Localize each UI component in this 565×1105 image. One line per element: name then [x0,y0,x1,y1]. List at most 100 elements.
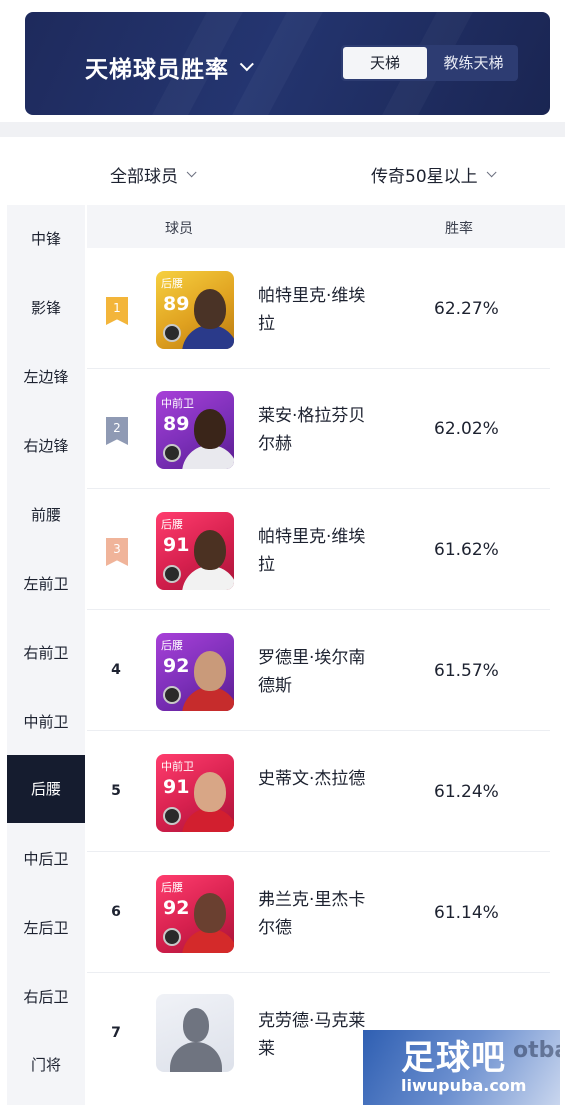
card-emblem-icon [163,565,181,583]
sidebar-item-lmf[interactable]: 左前卫 [7,550,85,618]
player-name[interactable]: 莱安·格拉芬贝 尔赫 [258,402,393,458]
card-emblem-icon [163,807,181,825]
rank-number: 5 [111,783,121,799]
player-name-line: 尔德 [258,918,292,938]
player-card[interactable]: 后腰 92 [156,875,234,953]
player-portrait-head [194,530,226,570]
player-name[interactable]: 罗德里·埃尔南 德斯 [258,644,393,700]
chevron-down-icon [186,167,197,178]
win-rate: 61.62% [434,540,499,560]
ranking-type-dropdown[interactable]: 天梯球员胜率 [85,50,254,84]
sidebar-item-cf[interactable]: 中锋 [7,205,85,273]
rank-number: 2 [113,421,121,435]
table-row[interactable]: 1 后腰 89 帕特里克·维埃 拉 62.27% [87,249,550,369]
card-rating: 91 [163,534,190,556]
win-rate: 61.24% [434,782,499,802]
sidebar-item-cb[interactable]: 中后卫 [7,825,85,893]
page-title: 天梯球员胜率 [85,57,229,83]
sidebar-item-rmf[interactable]: 右前卫 [7,619,85,687]
player-card-placeholder[interactable] [156,994,234,1072]
player-name-line: 帕特里克·维埃 [258,527,366,547]
card-position: 后腰 [161,881,183,894]
card-rating: 92 [163,655,190,677]
table-row[interactable]: 2 中前卫 89 莱安·格拉芬贝 尔赫 62.02% [87,369,550,489]
tier-filter-dropdown[interactable]: 传奇50星以上 [371,162,497,187]
sidebar-item-amf[interactable]: 前腰 [7,481,85,549]
column-header-player: 球员 [165,221,193,237]
site-watermark-logo: otba 足球吧 liwupuba.com [363,1030,560,1105]
card-position: 后腰 [161,277,183,290]
win-rate: 62.02% [434,419,499,439]
column-header-win-rate: 胜率 [445,221,473,237]
tab-ladder[interactable]: 天梯 [343,47,427,79]
chevron-down-icon [486,167,497,178]
player-name-line: 帕特里克·维埃 [258,286,366,306]
player-portrait-head [194,409,226,449]
player-card[interactable]: 后腰 92 [156,633,234,711]
section-divider [0,122,565,137]
player-portrait-head [194,651,226,691]
player-name[interactable]: 帕特里克·维埃 拉 [258,523,393,579]
mode-toggle: 天梯 教练天梯 [341,45,518,81]
card-emblem-icon [163,686,181,704]
rank-number: 1 [113,301,121,315]
table-header: 球员 胜率 [87,205,565,248]
sidebar-item-ss[interactable]: 影锋 [7,274,85,342]
card-rating: 91 [163,776,190,798]
rank-number: 7 [111,1025,121,1041]
card-emblem-icon [163,928,181,946]
sidebar-item-cmf[interactable]: 中前卫 [7,688,85,756]
player-portrait-head [194,893,226,933]
player-name-line: 弗兰克·里杰卡 [258,890,366,910]
table-row[interactable]: 6 后腰 92 弗兰克·里杰卡 尔德 61.14% [87,853,550,973]
tier-filter-label: 传奇50星以上 [371,167,478,187]
card-rating: 92 [163,897,190,919]
card-position: 后腰 [161,518,183,531]
player-name-line: 德斯 [258,676,292,696]
sidebar-item-gk[interactable]: 门将 [7,1031,85,1099]
player-name-line: 罗德里·埃尔南 [258,648,366,668]
watermark-url: liwupuba.com [401,1076,527,1095]
sidebar-item-rb[interactable]: 右后卫 [7,963,85,1031]
card-rating: 89 [163,293,190,315]
position-sidebar: 中锋 影锋 左边锋 右边锋 前腰 左前卫 右前卫 中前卫 后腰 中后卫 左后卫 … [7,205,85,1105]
watermark-bg-text: otba [513,1038,560,1063]
player-name-line: 尔赫 [258,434,292,454]
player-name[interactable]: 弗兰克·里杰卡 尔德 [258,886,393,942]
player-name-line: 拉 [258,314,275,334]
player-name-line: 史蒂文·杰拉德 [258,769,366,789]
player-name-line: 拉 [258,555,275,575]
table-row[interactable]: 5 中前卫 91 史蒂文·杰拉德 61.24% [87,732,550,852]
player-name[interactable]: 史蒂文·杰拉德 [258,765,393,793]
avatar-placeholder-body [170,1042,222,1072]
sidebar-item-dmf[interactable]: 后腰 [7,755,85,823]
player-name-line: 莱安·格拉芬贝 [258,406,366,426]
card-position: 中前卫 [161,760,194,773]
card-rating: 89 [163,413,190,435]
win-rate: 61.14% [434,903,499,923]
player-portrait-head [194,772,226,812]
player-card[interactable]: 后腰 89 [156,271,234,349]
card-emblem-icon [163,444,181,462]
tab-coach-ladder[interactable]: 教练天梯 [429,45,518,81]
sidebar-item-lb[interactable]: 左后卫 [7,894,85,962]
player-filter-dropdown[interactable]: 全部球员 [110,162,197,187]
player-card[interactable]: 中前卫 91 [156,754,234,832]
win-rate: 61.57% [434,661,499,681]
rank-badge-silver: 2 [106,417,128,445]
sidebar-item-lwf[interactable]: 左边锋 [7,343,85,411]
player-portrait-head [194,289,226,329]
sidebar-item-rwf[interactable]: 右边锋 [7,412,85,480]
card-position: 中前卫 [161,397,194,410]
rank-number: 3 [113,542,121,556]
header-banner: 天梯球员胜率 天梯 教练天梯 [25,12,550,115]
table-row[interactable]: 4 后腰 92 罗德里·埃尔南 德斯 61.57% [87,611,550,731]
chevron-down-icon [239,57,254,72]
player-card[interactable]: 中前卫 89 [156,391,234,469]
rank-number: 6 [111,904,121,920]
card-position: 后腰 [161,639,183,652]
player-card[interactable]: 后腰 91 [156,512,234,590]
table-row[interactable]: 3 后腰 91 帕特里克·维埃 拉 61.62% [87,490,550,610]
player-filter-label: 全部球员 [110,167,178,187]
player-name[interactable]: 帕特里克·维埃 拉 [258,282,393,338]
